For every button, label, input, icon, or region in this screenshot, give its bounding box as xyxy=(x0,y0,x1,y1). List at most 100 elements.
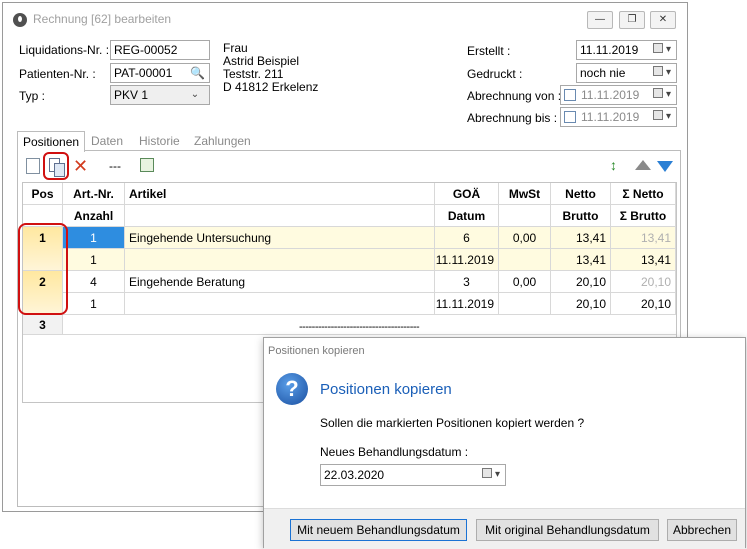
cell-blank xyxy=(499,293,551,315)
liquidation-label: Liquidations-Nr. : xyxy=(19,43,110,57)
cell-blank xyxy=(125,293,435,315)
col-header-mwst[interactable]: MwSt xyxy=(499,183,551,205)
tab-zahlungen[interactable]: Zahlungen xyxy=(189,131,256,151)
new-document-icon[interactable] xyxy=(26,158,40,174)
app-icon xyxy=(13,13,27,27)
cell-art-nr[interactable]: 1 xyxy=(63,227,125,249)
billing-from-checkbox[interactable] xyxy=(564,89,576,101)
billing-to-label: Abrechnung bis : xyxy=(467,111,558,125)
col-header-goae[interactable]: GOÄ xyxy=(435,183,499,205)
col-header-blank xyxy=(125,205,435,227)
cell-goae[interactable]: 3 xyxy=(435,271,499,293)
original-date-button[interactable]: Mit original Behandlungsdatum xyxy=(476,519,659,541)
patient-label: Patienten-Nr. : xyxy=(19,67,96,81)
printed-value: noch nie xyxy=(580,66,626,80)
type-label: Typ : xyxy=(19,89,46,103)
cell-datum[interactable]: 11.11.2019 xyxy=(435,249,499,271)
address-line-2: Astrid Beispiel xyxy=(223,54,300,68)
billing-from-label: Abrechnung von : xyxy=(467,89,562,103)
copy-icon[interactable] xyxy=(43,152,69,180)
printed-field[interactable]: noch nie ▾ xyxy=(576,63,677,83)
printed-label: Gedruckt : xyxy=(467,67,523,81)
cell-sum-netto: 20,10 xyxy=(611,271,676,293)
tab-daten[interactable]: Daten xyxy=(86,131,128,151)
col-header-blank xyxy=(499,205,551,227)
col-header-sum-netto[interactable]: Σ Netto xyxy=(611,183,676,205)
patient-field[interactable]: PAT-00001 🔍 xyxy=(110,63,210,83)
liquidation-field[interactable]: REG-00052 xyxy=(110,40,210,60)
col-header-art-nr[interactable]: Art.-Nr. xyxy=(63,183,125,205)
new-date-value: 22.03.2020 xyxy=(324,468,385,482)
cell-datum[interactable]: 11.11.2019 xyxy=(435,293,499,315)
cell-mwst[interactable]: 0,00 xyxy=(499,271,551,293)
calendar-dropdown-icon[interactable]: ▾ xyxy=(650,88,674,102)
calendar-dropdown-icon[interactable]: ▾ xyxy=(479,468,503,482)
created-field[interactable]: 11.11.2019 ▾ xyxy=(576,40,677,60)
col-header-brutto[interactable]: Brutto xyxy=(551,205,611,227)
toolbar-separator: --- xyxy=(109,159,121,173)
cell-netto[interactable]: 13,41 xyxy=(551,227,611,249)
cell-mwst[interactable]: 0,00 xyxy=(499,227,551,249)
billing-from-value: 11.11.2019 xyxy=(581,88,640,102)
cell-sum-brutto: 20,10 xyxy=(611,293,676,315)
close-button[interactable]: ✕ xyxy=(650,11,676,29)
col-header-anzahl[interactable]: Anzahl xyxy=(63,205,125,227)
created-label: Erstellt : xyxy=(467,44,511,58)
cell-brutto[interactable]: 20,10 xyxy=(551,293,611,315)
chevron-down-icon[interactable]: ⌄ xyxy=(183,88,207,102)
move-up-icon[interactable] xyxy=(635,160,651,170)
calendar-dropdown-icon[interactable]: ▾ xyxy=(650,110,674,124)
new-date-field[interactable]: 22.03.2020 ▾ xyxy=(320,464,506,486)
selection-marker xyxy=(18,223,68,315)
cancel-button[interactable]: Abbrechen xyxy=(667,519,737,541)
dialog-title-bar: Positionen kopieren xyxy=(264,338,745,364)
cell-sum-brutto: 13,41 xyxy=(611,249,676,271)
billing-from-field[interactable]: 11.11.2019 ▾ xyxy=(560,85,677,105)
col-header-artikel[interactable]: Artikel xyxy=(125,183,435,205)
magnifier-icon[interactable]: 🔍 xyxy=(190,64,205,82)
tab-positionen[interactable]: Positionen xyxy=(17,131,86,152)
col-header-netto[interactable]: Netto xyxy=(551,183,611,205)
address-line-4: D 41812 Erkelenz xyxy=(223,80,319,94)
cell-blank xyxy=(125,249,435,271)
cell-blank xyxy=(499,249,551,271)
cell-artikel[interactable]: Eingehende Untersuchung xyxy=(125,227,435,249)
billing-to-checkbox[interactable] xyxy=(564,111,576,123)
cell-anzahl[interactable]: 1 xyxy=(63,293,125,315)
minimize-button[interactable]: — xyxy=(587,11,613,29)
cell-netto[interactable]: 20,10 xyxy=(551,271,611,293)
dialog-heading: Positionen kopieren xyxy=(320,381,452,398)
address-line-3: Teststr. 211 xyxy=(223,67,284,81)
calendar-dropdown-icon[interactable]: ▾ xyxy=(650,43,674,57)
sort-icon[interactable]: ↕ xyxy=(610,157,617,179)
dialog-message: Sollen die markierten Positionen kopiert… xyxy=(320,416,585,430)
patient-value: PAT-00001 xyxy=(114,66,173,80)
calendar-icon[interactable] xyxy=(140,158,154,172)
calendar-dropdown-icon[interactable]: ▾ xyxy=(650,66,674,80)
col-header-pos[interactable]: Pos xyxy=(23,183,63,205)
new-row-pos[interactable]: 3 xyxy=(23,315,63,335)
cell-goae[interactable]: 6 xyxy=(435,227,499,249)
billing-to-value: 11.11.2019 xyxy=(581,110,640,124)
title-bar: Rechnung [62] bearbeiten — ❐ ✕ xyxy=(3,3,687,33)
delete-icon[interactable]: ✕ xyxy=(73,155,88,177)
col-header-datum[interactable]: Datum xyxy=(435,205,499,227)
maximize-button[interactable]: ❐ xyxy=(619,11,645,29)
cell-anzahl[interactable]: 1 xyxy=(63,249,125,271)
dialog-footer: Mit neuem Behandlungsdatum Mit original … xyxy=(264,508,745,549)
new-date-button[interactable]: Mit neuem Behandlungsdatum xyxy=(290,519,467,541)
type-value: PKV 1 xyxy=(114,88,149,102)
type-select[interactable]: PKV 1 ⌄ xyxy=(110,85,210,105)
new-date-label: Neues Behandlungsdatum : xyxy=(320,445,469,459)
move-down-icon[interactable] xyxy=(657,161,673,172)
dialog-window-title: Positionen kopieren xyxy=(268,345,365,357)
billing-to-field[interactable]: 11.11.2019 ▾ xyxy=(560,107,677,127)
cell-sum-netto: 13,41 xyxy=(611,227,676,249)
copy-positions-dialog: Positionen kopieren ? Positionen kopiere… xyxy=(263,337,746,549)
cell-brutto[interactable]: 13,41 xyxy=(551,249,611,271)
col-header-sum-brutto[interactable]: Σ Brutto xyxy=(611,205,676,227)
cell-art-nr[interactable]: 4 xyxy=(63,271,125,293)
tab-historie[interactable]: Historie xyxy=(134,131,185,151)
cell-artikel[interactable]: Eingehende Beratung xyxy=(125,271,435,293)
window-title: Rechnung [62] bearbeiten xyxy=(33,12,172,26)
